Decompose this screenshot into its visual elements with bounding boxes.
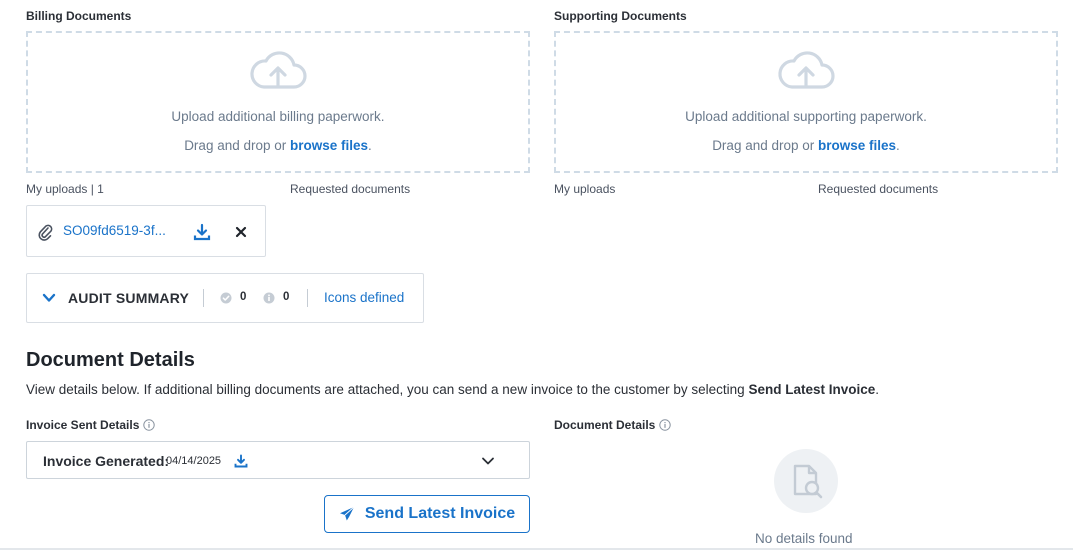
billing-drag-prefix: Drag and drop or bbox=[184, 138, 290, 153]
billing-my-uploads-tab[interactable]: My uploads | 1 bbox=[26, 182, 104, 196]
invoice-generated-label: Invoice Generated: bbox=[43, 453, 170, 469]
invoice-generated-date: 04/14/2025 bbox=[166, 455, 222, 467]
supporting-drag-prefix: Drag and drop or bbox=[712, 138, 818, 153]
icons-defined-link[interactable]: Icons defined bbox=[324, 290, 404, 305]
download-icon[interactable] bbox=[234, 454, 248, 468]
supporting-dropzone[interactable]: Upload additional supporting paperwork. … bbox=[554, 31, 1058, 173]
send-latest-invoice-label: Send Latest Invoice bbox=[364, 505, 516, 522]
billing-period: . bbox=[368, 138, 372, 153]
billing-dropzone[interactable]: Upload additional billing paperwork. Dra… bbox=[26, 31, 530, 173]
cloud-upload-icon bbox=[778, 51, 835, 89]
audit-summary-panel[interactable]: AUDIT SUMMARY 0 0 Icons defined bbox=[26, 273, 424, 323]
info-icon[interactable] bbox=[659, 419, 672, 431]
description-period: . bbox=[875, 382, 879, 397]
description-text: View details below. If additional billin… bbox=[26, 382, 749, 397]
document-search-icon bbox=[793, 464, 823, 499]
supporting-drag-text: Drag and drop or browse files. bbox=[712, 138, 900, 153]
document-details-text: Document Details bbox=[554, 418, 656, 432]
billing-documents-label: Billing Documents bbox=[26, 9, 132, 23]
paperclip-icon bbox=[38, 224, 53, 241]
audit-passed-count: 0 bbox=[240, 291, 247, 303]
document-details-label: Document Details bbox=[554, 418, 672, 432]
no-details-illustration bbox=[774, 449, 838, 513]
audit-divider bbox=[203, 289, 204, 307]
supporting-upload-text: Upload additional supporting paperwork. bbox=[685, 109, 927, 124]
info-circle-icon bbox=[263, 292, 275, 304]
supporting-requested-documents-tab[interactable]: Requested documents bbox=[818, 182, 938, 196]
billing-upload-text: Upload additional billing paperwork. bbox=[171, 109, 385, 124]
chevron-down-icon bbox=[482, 457, 494, 465]
send-latest-invoice-button[interactable]: Send Latest Invoice bbox=[324, 495, 530, 533]
chevron-down-icon[interactable] bbox=[41, 291, 57, 305]
audit-info-count: 0 bbox=[283, 291, 290, 303]
invoice-sent-details-label: Invoice Sent Details bbox=[26, 418, 156, 432]
supporting-period: . bbox=[896, 138, 900, 153]
paper-plane-icon bbox=[339, 506, 355, 521]
uploaded-file-link[interactable]: SO09fd6519-3f... bbox=[63, 223, 166, 238]
document-details-heading: Document Details bbox=[26, 349, 195, 371]
billing-drag-text: Drag and drop or browse files. bbox=[184, 138, 372, 153]
billing-requested-documents-tab[interactable]: Requested documents bbox=[290, 182, 410, 196]
audit-summary-title: AUDIT SUMMARY bbox=[68, 290, 190, 306]
download-icon[interactable] bbox=[193, 223, 211, 241]
info-icon[interactable] bbox=[143, 419, 156, 431]
check-circle-icon bbox=[220, 292, 232, 304]
invoice-generated-select[interactable]: Invoice Generated: 04/14/2025 bbox=[26, 441, 530, 479]
supporting-my-uploads-tab[interactable]: My uploads bbox=[554, 182, 615, 196]
invoice-sent-details-text: Invoice Sent Details bbox=[26, 418, 140, 432]
cloud-upload-icon bbox=[250, 51, 307, 89]
audit-divider bbox=[307, 289, 308, 307]
no-details-found-text: No details found bbox=[755, 531, 853, 546]
remove-file-close-icon[interactable] bbox=[232, 223, 250, 241]
billing-browse-files-link[interactable]: browse files bbox=[290, 138, 368, 153]
document-details-description: View details below. If additional billin… bbox=[26, 382, 879, 397]
uploaded-file-chip: SO09fd6519-3f... bbox=[26, 205, 266, 257]
description-bold-action: Send Latest Invoice bbox=[748, 382, 876, 397]
supporting-browse-files-link[interactable]: browse files bbox=[818, 138, 896, 153]
supporting-documents-label: Supporting Documents bbox=[554, 9, 687, 23]
